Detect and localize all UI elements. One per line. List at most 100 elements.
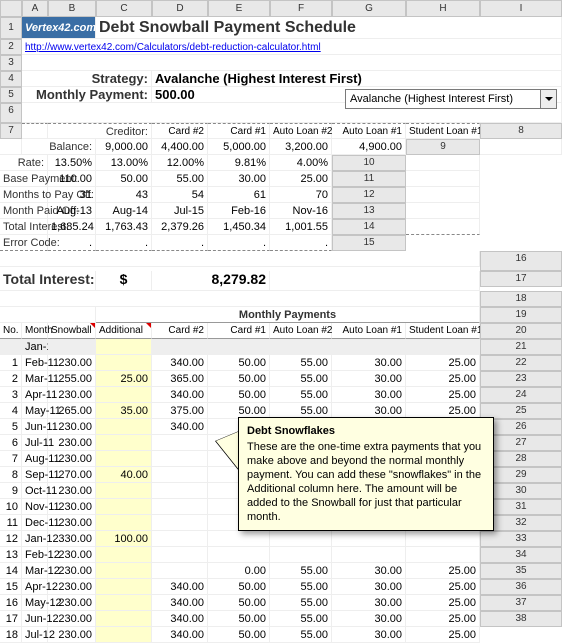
summary-cell[interactable]: .	[96, 235, 152, 251]
cell-no[interactable]: 3	[0, 387, 22, 403]
summary-cell[interactable]: 4,900.00	[332, 139, 406, 155]
row-header[interactable]: 6	[0, 103, 22, 123]
row-header[interactable]: 9	[406, 139, 480, 155]
cell-month[interactable]: Sep-11	[22, 467, 48, 483]
cell-month[interactable]: Dec-11	[22, 515, 48, 531]
row-header[interactable]: 17	[480, 271, 562, 287]
cell-additional[interactable]	[96, 355, 152, 371]
cell-val[interactable]: 30.00	[332, 595, 406, 611]
corner-cell[interactable]	[0, 0, 22, 17]
cell-month[interactable]: May-11	[22, 403, 48, 419]
table-header[interactable]: Snowball	[48, 323, 96, 339]
cell-snowball[interactable]: 230.00	[48, 419, 96, 435]
cell-snowball[interactable]: 230.00	[48, 435, 96, 451]
cell-month[interactable]: Mar-11	[22, 371, 48, 387]
cell-additional[interactable]	[96, 515, 152, 531]
row-header[interactable]: 2	[0, 39, 22, 55]
row-header[interactable]: 1	[0, 17, 22, 39]
cell-month[interactable]: Aug-11	[22, 451, 48, 467]
cell-no[interactable]: 17	[0, 611, 22, 627]
row-header[interactable]: 7	[0, 123, 22, 139]
summary-cell[interactable]: 43	[96, 187, 152, 203]
summary-cell[interactable]: Auto Loan #2	[270, 123, 332, 139]
cell-additional[interactable]	[96, 611, 152, 627]
col-header-A[interactable]: A	[22, 0, 48, 17]
col-header-H[interactable]: H	[406, 0, 480, 17]
summary-cell[interactable]: 2,379.26	[152, 219, 208, 235]
summary-cell[interactable]: 25.00	[270, 171, 332, 187]
row-header[interactable]: 22	[480, 355, 562, 371]
cell-additional[interactable]	[96, 579, 152, 595]
cell-month[interactable]: Mar-12	[22, 563, 48, 579]
table-header[interactable]: Card #1	[208, 323, 270, 339]
cell-additional[interactable]: 35.00	[96, 403, 152, 419]
cell-val[interactable]: 375.00	[152, 403, 208, 419]
row-header[interactable]: 11	[332, 171, 406, 187]
cell-month[interactable]: Jun-12	[22, 611, 48, 627]
cell-month[interactable]: Apr-12	[22, 579, 48, 595]
cell-val[interactable]: 25.00	[406, 387, 480, 403]
cell-val[interactable]	[208, 339, 270, 355]
summary-cell[interactable]: .	[270, 235, 332, 251]
summary-cell[interactable]: Nov-16	[270, 203, 332, 219]
summary-cell[interactable]: .	[48, 235, 96, 251]
summary-cell[interactable]: .	[208, 235, 270, 251]
row-header[interactable]: 21	[480, 339, 562, 355]
cell-month[interactable]: Jun-11	[22, 419, 48, 435]
cell-snowball[interactable]: 330.00	[48, 531, 96, 547]
cell-no[interactable]: 13	[0, 547, 22, 563]
cell-snowball[interactable]: 230.00	[48, 387, 96, 403]
cell-additional[interactable]: 100.00	[96, 531, 152, 547]
summary-cell[interactable]: 1,450.34	[208, 219, 270, 235]
cell-snowball[interactable]: 230.00	[48, 611, 96, 627]
cell-no[interactable]: 4	[0, 403, 22, 419]
cell-additional[interactable]	[96, 499, 152, 515]
cell-val[interactable]: 50.00	[208, 371, 270, 387]
cell-snowball[interactable]: 230.00	[48, 579, 96, 595]
cell-val[interactable]: 340.00	[152, 419, 208, 435]
cell-month[interactable]: Jan-12	[22, 531, 48, 547]
table-header[interactable]: Auto Loan #2	[270, 323, 332, 339]
row-header[interactable]: 10	[332, 155, 406, 171]
cell-val[interactable]: 55.00	[270, 371, 332, 387]
summary-cell[interactable]: .	[152, 235, 208, 251]
cell-val[interactable]: 25.00	[406, 627, 480, 643]
cell-val[interactable]	[152, 339, 208, 355]
row-header[interactable]: 8	[480, 123, 562, 139]
summary-cell[interactable]: Jul-15	[152, 203, 208, 219]
cell-val[interactable]	[270, 547, 332, 563]
cell-snowball[interactable]: 230.00	[48, 355, 96, 371]
cell-val[interactable]: 55.00	[270, 355, 332, 371]
table-header[interactable]: Month	[22, 323, 48, 339]
cell-no[interactable]: 10	[0, 499, 22, 515]
cell-snowball[interactable]: 230.00	[48, 627, 96, 643]
cell-no[interactable]: 2	[0, 371, 22, 387]
cell-month[interactable]: Feb-11	[22, 355, 48, 371]
summary-cell[interactable]: Feb-16	[208, 203, 270, 219]
col-header-B[interactable]: B	[48, 0, 96, 17]
summary-cell[interactable]: 55.00	[152, 171, 208, 187]
row-header[interactable]: 12	[332, 187, 406, 203]
cell-snowball[interactable]: 265.00	[48, 403, 96, 419]
summary-cell[interactable]: Aug-13	[48, 203, 96, 219]
cell-val[interactable]: 340.00	[152, 611, 208, 627]
row-header[interactable]: 18	[480, 291, 562, 307]
summary-cell[interactable]: 4,400.00	[152, 139, 208, 155]
cell-month[interactable]: Apr-11	[22, 387, 48, 403]
cell-additional[interactable]: 25.00	[96, 371, 152, 387]
cell-val[interactable]: 25.00	[406, 611, 480, 627]
cell-month[interactable]: Jul-12	[22, 627, 48, 643]
summary-cell[interactable]: 3,200.00	[270, 139, 332, 155]
summary-cell[interactable]: Auto Loan #1	[332, 123, 406, 139]
cell-month[interactable]: Oct-11	[22, 483, 48, 499]
cell-val[interactable]	[152, 547, 208, 563]
row-header[interactable]: 19	[480, 307, 562, 323]
col-header-F[interactable]: F	[270, 0, 332, 17]
cell-month[interactable]: May-12	[22, 595, 48, 611]
row-header[interactable]: 20	[480, 323, 562, 339]
summary-cell[interactable]: Student Loan #1	[406, 123, 480, 139]
cell-val[interactable]: 30.00	[332, 387, 406, 403]
cell-val[interactable]: 340.00	[152, 595, 208, 611]
cell-val[interactable]	[332, 339, 406, 355]
cell-val[interactable]: 365.00	[152, 371, 208, 387]
